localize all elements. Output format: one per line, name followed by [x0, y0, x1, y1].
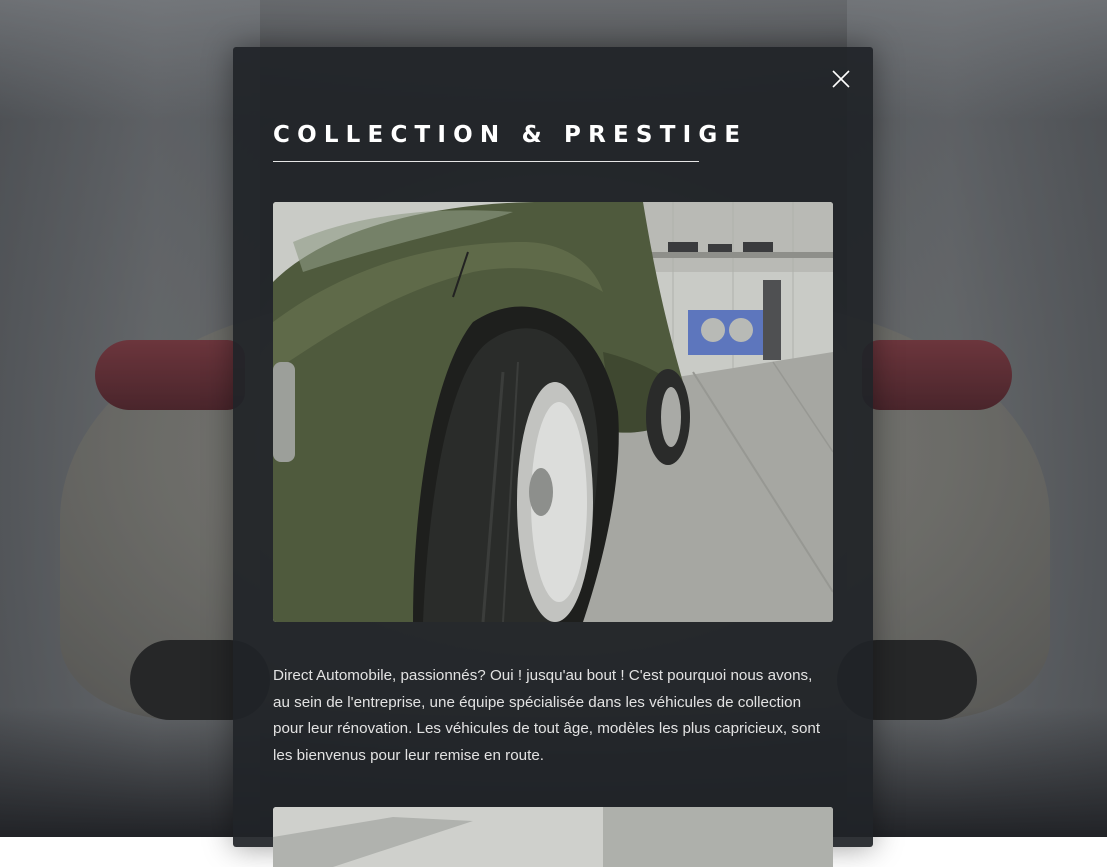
second-photo	[273, 807, 833, 867]
modal-title-container: COLLECTION & PRESTIGE	[273, 119, 748, 162]
close-button[interactable]	[831, 69, 851, 89]
modal-title: COLLECTION & PRESTIGE	[273, 122, 748, 148]
classic-car-photo	[273, 202, 833, 622]
close-icon	[832, 70, 850, 88]
classic-car-illustration	[273, 202, 833, 622]
modal-description: Direct Automobile, passionnés? Oui ! jus…	[273, 667, 821, 764]
second-photo-illustration	[273, 807, 833, 867]
service-modal: COLLECTION & PRESTIGE Direct Automobile,…	[233, 47, 873, 867]
